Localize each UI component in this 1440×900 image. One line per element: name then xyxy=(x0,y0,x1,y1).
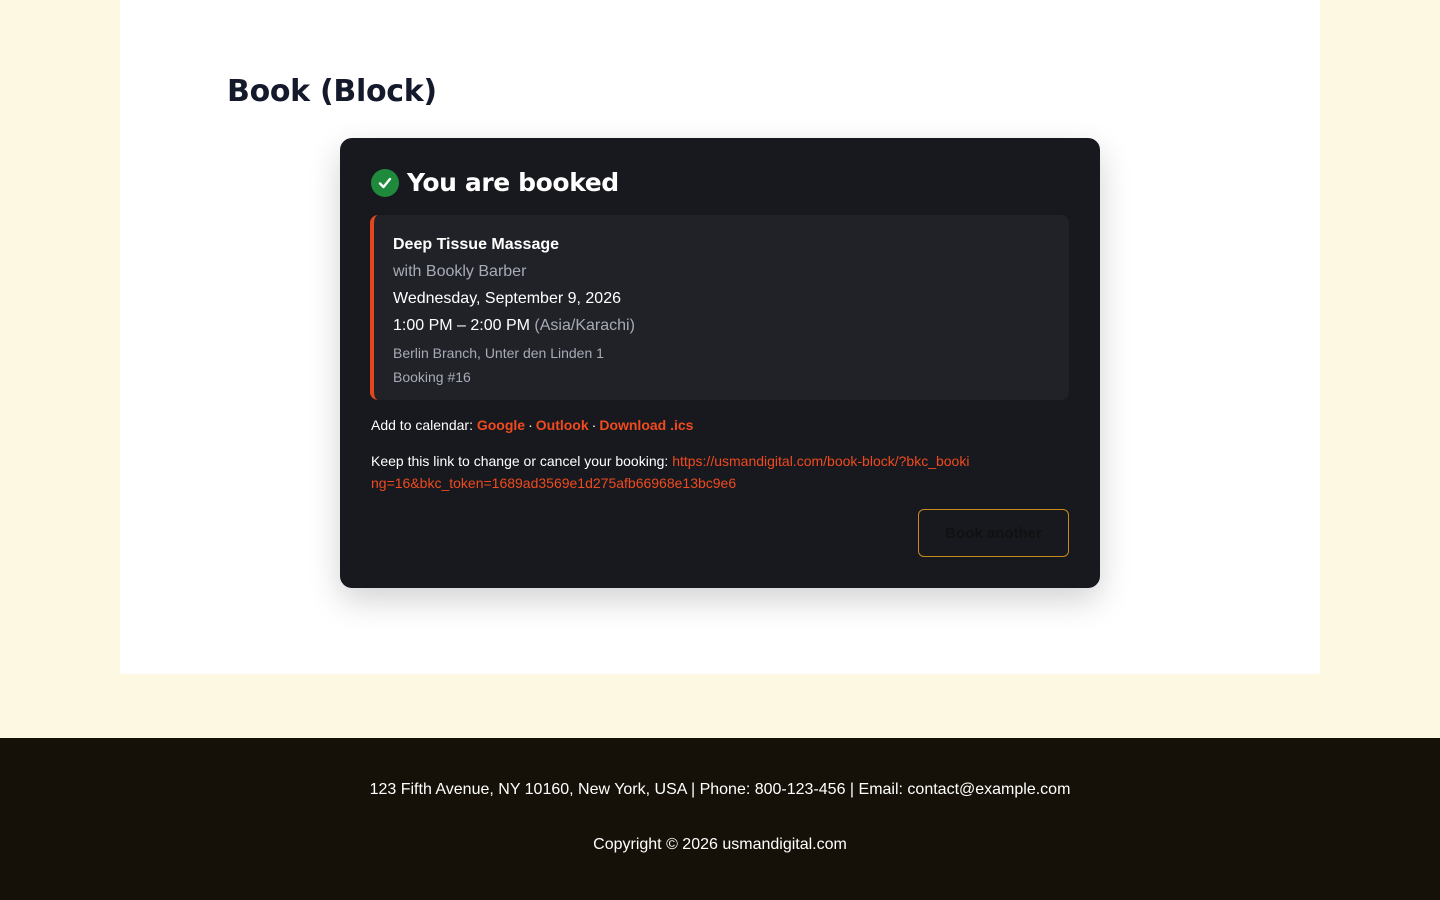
add-to-calendar: Add to calendar: Google · Outlook · Download… xyxy=(371,417,693,433)
booking-time: 1:00 PM – 2:00 PM xyxy=(393,317,530,334)
booking-location: Berlin Branch, Unter den Linden 1 xyxy=(393,345,604,361)
manage-booking: Keep this link to change or cancel your … xyxy=(371,450,971,494)
book-another-button[interactable]: Book another xyxy=(918,509,1069,557)
confirmation-header: You are booked xyxy=(371,168,619,197)
service-name: Deep Tissue Massage xyxy=(393,236,560,253)
booking-timezone: (Asia/Karachi) xyxy=(534,317,635,334)
separator: · xyxy=(528,417,533,433)
page-content: Book (Block) You are booked Deep Tissue … xyxy=(120,0,1320,674)
google-calendar-link[interactable]: Google xyxy=(477,417,525,433)
booking-number: Booking #16 xyxy=(393,369,471,385)
site-footer: 123 Fifth Avenue, NY 10160, New York, US… xyxy=(0,738,1440,900)
separator: · xyxy=(591,417,597,433)
page-title: Book (Block) xyxy=(227,74,437,109)
outlook-calendar-link[interactable]: Outlook xyxy=(536,417,589,433)
manage-label: Keep this link to change or cancel your … xyxy=(371,453,669,469)
footer-contact: 123 Fifth Avenue, NY 10160, New York, US… xyxy=(369,781,1071,798)
booking-time-row: 1:00 PM – 2:00 PM (Asia/Karachi) xyxy=(393,312,1069,339)
confirmation-title: You are booked xyxy=(407,168,619,197)
booking-confirmation-card: You are booked Deep Tissue Massage with … xyxy=(340,138,1100,588)
booking-summary: Deep Tissue Massage with Bookly Barber W… xyxy=(370,215,1069,400)
download-ics-link[interactable]: Download .ics xyxy=(599,417,693,433)
staff-name: with Bookly Barber xyxy=(393,263,527,280)
footer-copyright: Copyright © 2026 usmandigital.com xyxy=(593,836,847,853)
calendar-label: Add to calendar: xyxy=(371,417,473,433)
checkmark-icon xyxy=(371,168,399,197)
booking-date: Wednesday, September 9, 2026 xyxy=(393,290,621,307)
